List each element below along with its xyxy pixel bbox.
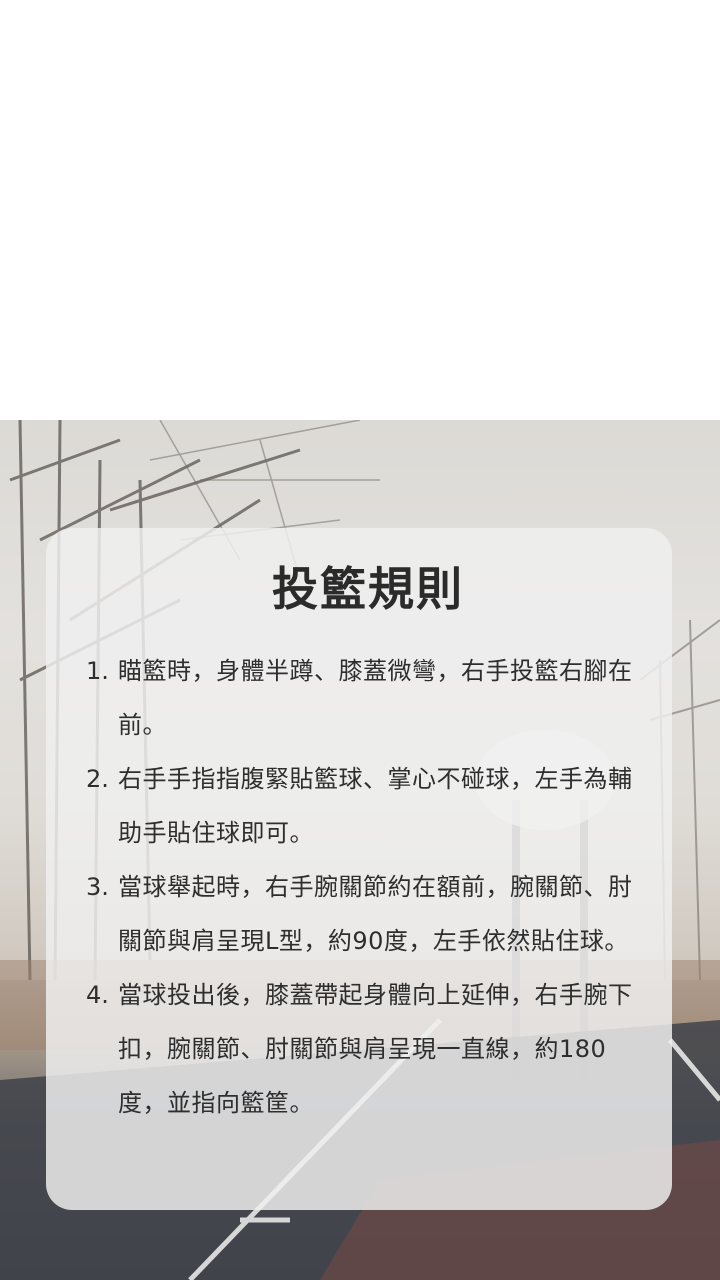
rule-number: 3. xyxy=(86,873,109,901)
rule-text: 右手手指指腹緊貼籃球、掌心不碰球，左手為輔助手貼住球即可。 xyxy=(118,765,633,847)
rule-number: 1. xyxy=(86,657,109,685)
rule-number: 2. xyxy=(86,765,109,793)
rule-item: 4. 當球投出後，膝蓋帶起身體向上延伸，右手腕下扣，腕關節、肘關節與肩呈現一直線… xyxy=(86,968,650,1130)
shooting-rules-card: 投籃規則 1. 瞄籃時，身體半蹲、膝蓋微彎，右手投籃右腳在前。 2. 右手手指指… xyxy=(46,528,672,1210)
rule-text: 瞄籃時，身體半蹲、膝蓋微彎，右手投籃右腳在前。 xyxy=(118,657,633,739)
rule-item: 3. 當球舉起時，右手腕關節約在額前，腕關節、肘關節與肩呈現L型，約90度，左手… xyxy=(86,860,650,968)
rule-number: 4. xyxy=(86,981,109,1009)
top-blank-area xyxy=(0,0,720,420)
card-title: 投籃規則 xyxy=(272,562,464,616)
rule-item: 2. 右手手指指腹緊貼籃球、掌心不碰球，左手為輔助手貼住球即可。 xyxy=(86,752,650,860)
rule-item: 1. 瞄籃時，身體半蹲、膝蓋微彎，右手投籃右腳在前。 xyxy=(86,644,650,752)
rules-list: 1. 瞄籃時，身體半蹲、膝蓋微彎，右手投籃右腳在前。 2. 右手手指指腹緊貼籃球… xyxy=(86,644,650,1130)
rule-text: 當球舉起時，右手腕關節約在額前，腕關節、肘關節與肩呈現L型，約90度，左手依然貼… xyxy=(118,873,633,955)
rule-text: 當球投出後，膝蓋帶起身體向上延伸，右手腕下扣，腕關節、肘關節與肩呈現一直線，約1… xyxy=(118,981,633,1117)
